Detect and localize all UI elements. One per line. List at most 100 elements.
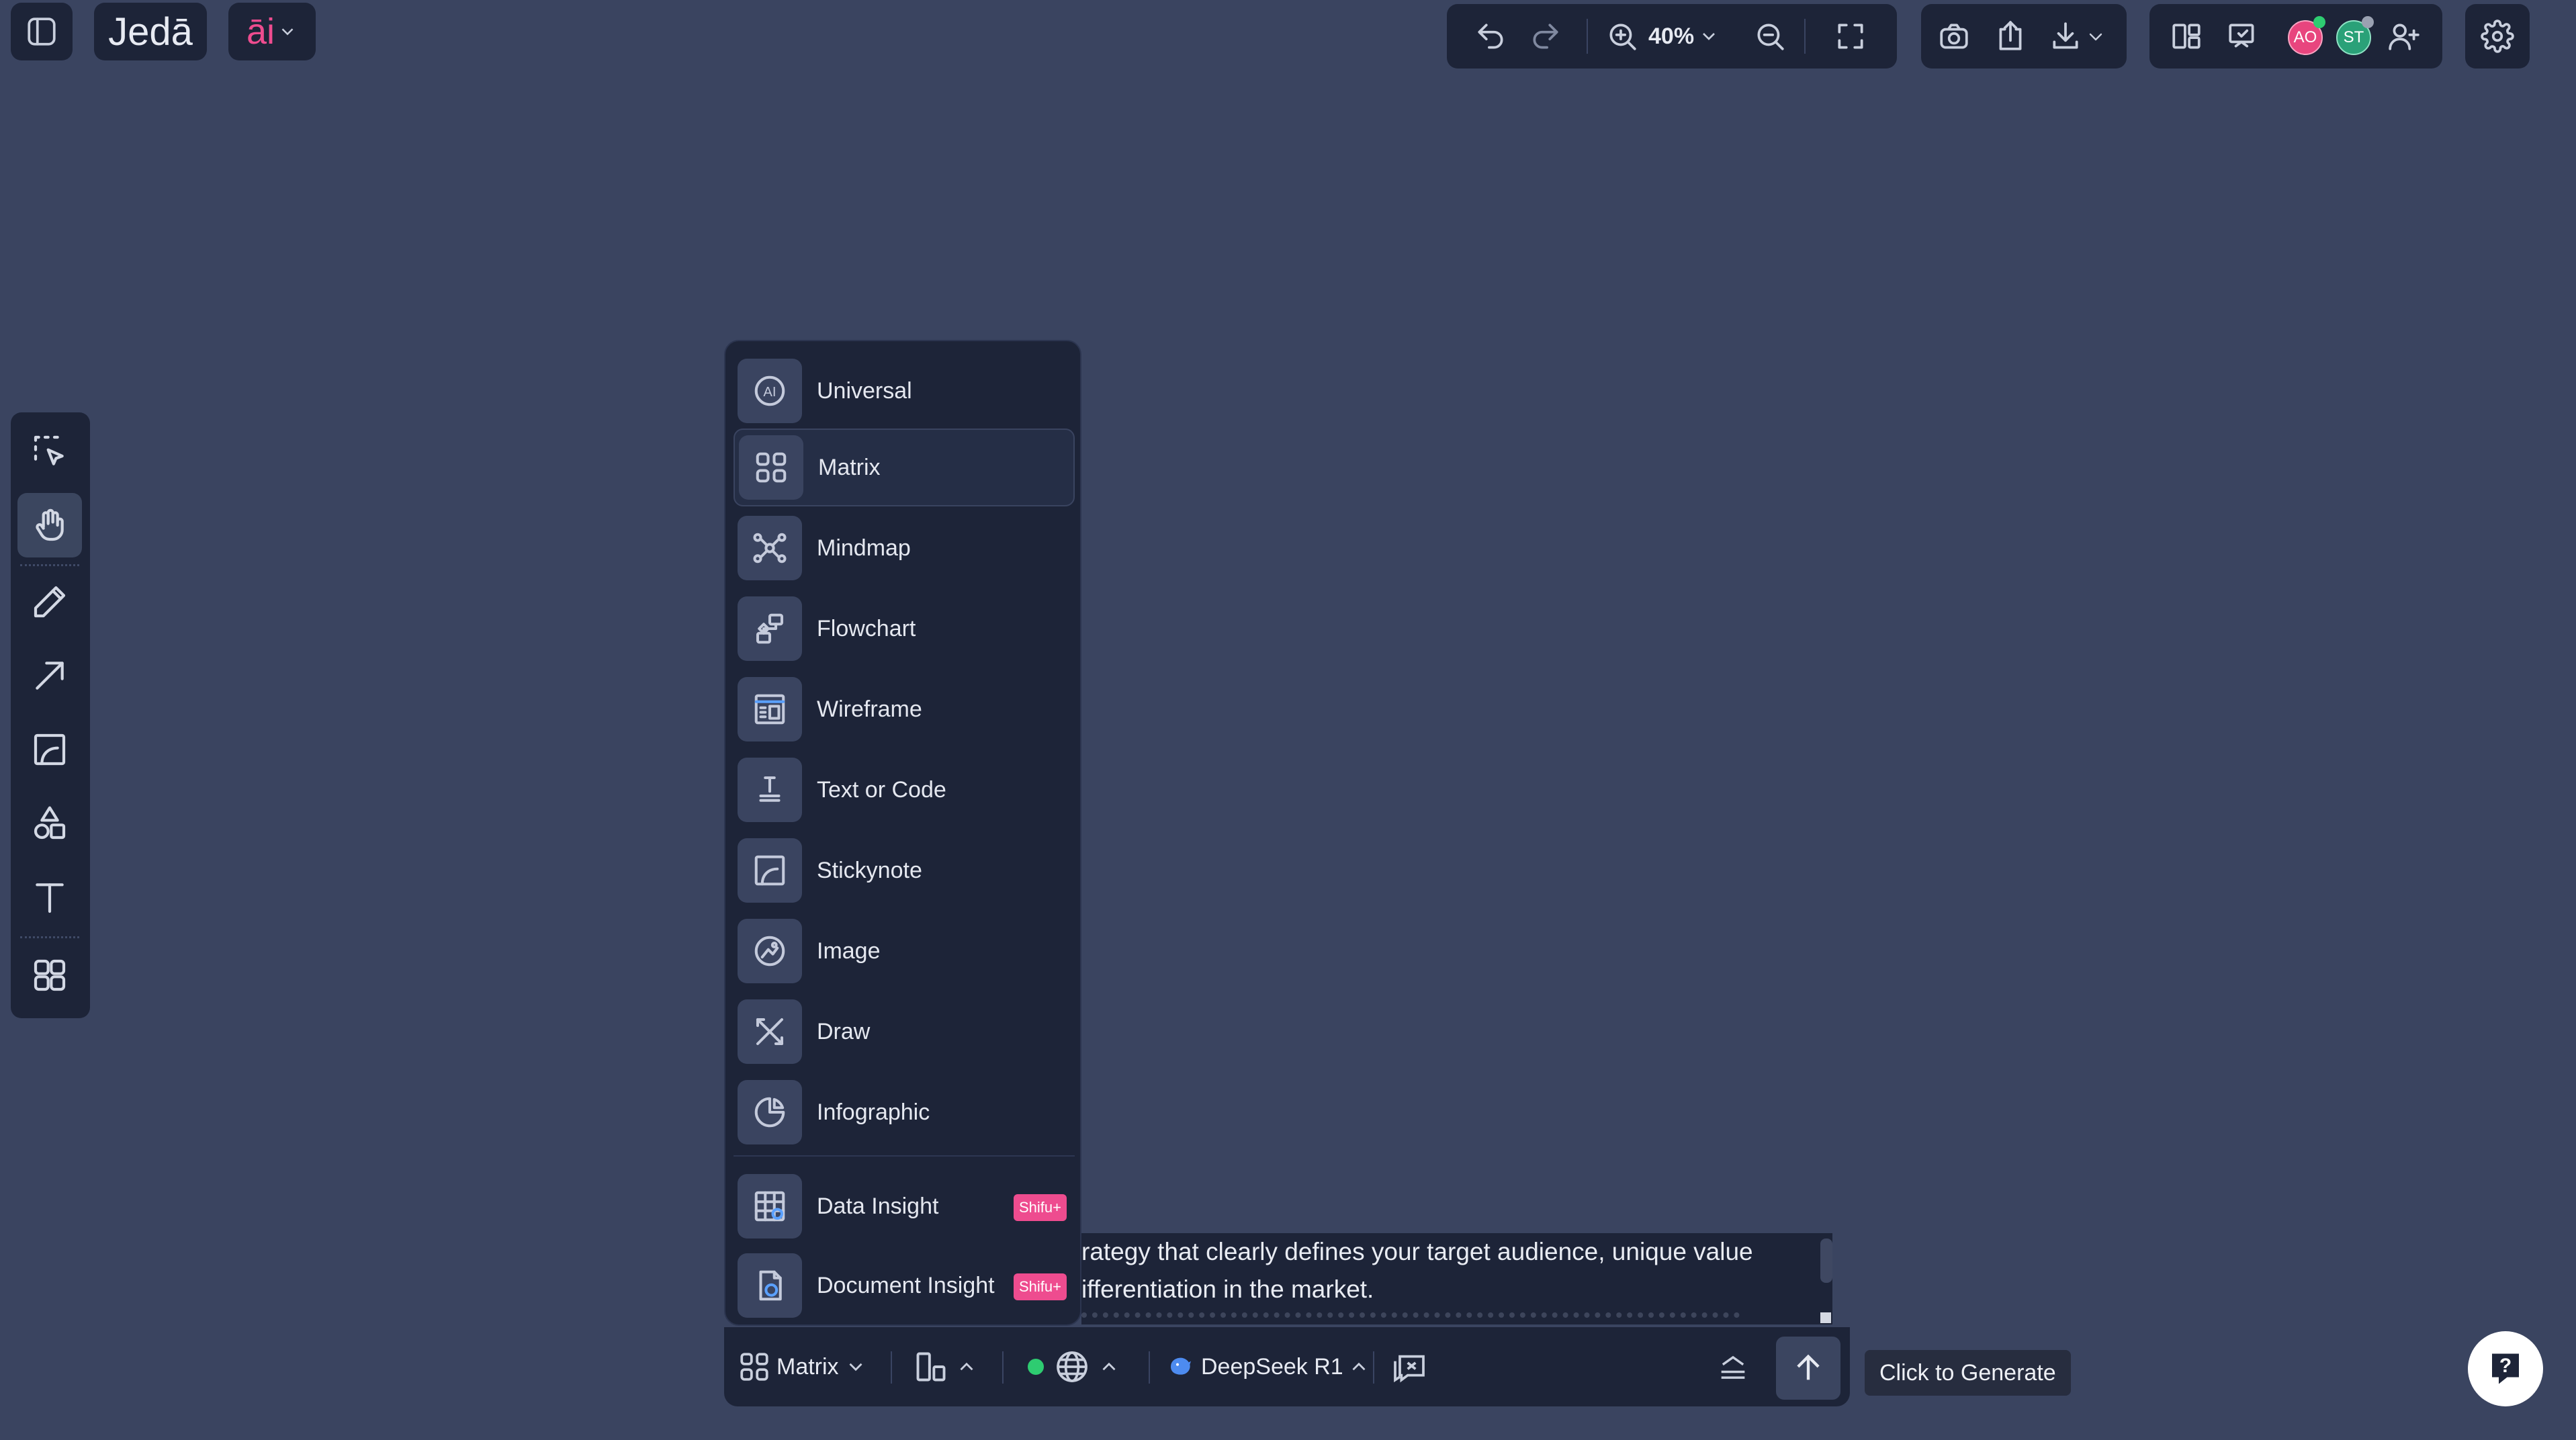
chat-clear-icon [1394,1355,1425,1383]
ai-circle-icon: AI [738,359,802,423]
generate-button[interactable] [1776,1337,1840,1400]
avatar-initials: AO [2293,28,2317,46]
chevron-down-icon [281,28,294,36]
left-toolbar [11,412,90,1018]
text-icon [36,883,64,913]
draw-icon [738,999,802,1064]
menu-item-label: Wireframe [817,696,922,722]
arrow-up-icon [1797,1354,1820,1380]
menu-item-draw[interactable]: Draw [734,993,1075,1071]
chevron-up-icon [1102,1362,1116,1371]
mode-dropdown-menu: AI Universal Matrix Mindmap Flowchart Wi… [724,340,1081,1326]
menu-item-label: Flowchart [817,615,916,641]
menu-item-flowchart[interactable]: Flowchart [734,590,1075,668]
chevron-down-icon[interactable] [2085,26,2106,48]
fullscreen-icon[interactable] [1834,19,1867,53]
menu-item-image[interactable]: Image [734,912,1075,990]
select-tool[interactable] [17,419,82,484]
text-code-icon [738,758,802,822]
web-search-toggle[interactable] [1028,1346,1120,1388]
tooltip-text: Click to Generate [1879,1359,2056,1386]
svg-text:AI: AI [763,385,776,400]
menu-divider [734,1155,1075,1157]
ai-label: āi [246,11,275,52]
matrix-grid-icon [740,1353,768,1381]
history-zoom-toolbar: 40% [1447,4,1897,69]
help-question-icon: ? [2492,1353,2519,1384]
camera-icon[interactable] [1937,19,1971,53]
arrow-tool[interactable] [17,643,82,708]
presentation-icon[interactable] [2226,19,2260,53]
select-cursor-icon [34,435,64,465]
stickynote-tool[interactable] [17,717,82,782]
menu-item-wireframe[interactable]: Wireframe [734,670,1075,748]
clear-chat-button[interactable] [1389,1349,1429,1386]
flowchart-icon [738,596,802,661]
hand-tool[interactable] [17,493,82,557]
menu-item-label: Stickynote [817,857,922,883]
zoom-in-icon[interactable] [1605,19,1639,53]
shapes-icon [34,806,66,840]
collapse-button[interactable] [1713,1349,1753,1386]
pen-tool[interactable] [17,570,82,634]
menu-item-label: Mindmap [817,535,911,561]
arrow-icon [36,662,64,690]
layout-panels-icon [916,1352,946,1382]
svg-text:?: ? [2499,1355,2512,1377]
menu-item-text-or-code[interactable]: Text or Code [734,751,1075,829]
offline-status-dot [2362,16,2374,28]
sidebar-toggle-button[interactable] [11,3,73,60]
menu-item-mindmap[interactable]: Mindmap [734,509,1075,587]
zoom-level-dropdown[interactable]: 40% [1648,19,1720,54]
zoom-out-icon[interactable] [1753,19,1787,53]
menu-item-infographic[interactable]: Infographic [734,1073,1075,1151]
scrollbar[interactable] [1820,1239,1832,1283]
resize-handle-icon[interactable] [1820,1312,1831,1323]
gear-icon [2481,19,2514,53]
menu-item-stickynote[interactable]: Stickynote [734,831,1075,909]
redo-icon[interactable] [1529,19,1562,53]
menu-item-label: Data Insight [817,1193,939,1219]
templates-tool[interactable] [17,943,82,1007]
menu-item-document-insight[interactable]: Document Insight Shifu+ [734,1247,1075,1324]
zoom-level: 40% [1648,23,1695,49]
ai-menu-button[interactable]: āi [228,3,316,60]
matrix-grid-icon [739,435,803,500]
shifu-plus-badge: Shifu+ [1014,1194,1067,1221]
avatar-initials: ST [2343,28,2364,46]
shifu-plus-badge: Shifu+ [1014,1273,1067,1300]
chevron-up-icon [960,1362,973,1371]
help-button[interactable]: ? [2468,1331,2543,1406]
menu-item-universal[interactable]: AI Universal [734,352,1075,430]
model-label: DeepSeek R1 [1201,1353,1343,1380]
pencil-icon [34,586,66,618]
undo-icon[interactable] [1474,19,1507,53]
prompt-textarea[interactable]: rategy that clearly defines your target … [1081,1233,1832,1324]
status-dot [1028,1359,1044,1375]
chevron-down-icon [849,1363,862,1371]
menu-item-matrix[interactable]: Matrix [734,429,1075,506]
stickynote-icon [738,838,802,903]
logo[interactable]: Jedā [94,3,207,60]
menu-item-data-insight[interactable]: Data Insight Shifu+ [734,1167,1075,1245]
menu-item-label: Draw [817,1018,871,1044]
share-upload-icon[interactable] [1994,19,2027,53]
generate-tooltip: Click to Generate [1865,1350,2071,1396]
globe-icon [1057,1351,1087,1382]
layout-selector[interactable] [914,1346,978,1388]
menu-item-label: Matrix [818,454,881,480]
prompt-line: ifferentiation in the market. [1081,1275,1374,1303]
infographic-icon [738,1080,802,1144]
data-insight-icon [738,1174,802,1239]
add-user-icon[interactable] [2387,19,2421,53]
prompt-line: rategy that clearly defines your target … [1081,1238,1753,1265]
download-icon[interactable] [2049,19,2082,53]
menu-item-label: Text or Code [817,776,946,803]
deepseek-whale-icon [1171,1357,1191,1375]
mode-selector[interactable]: Matrix [738,1346,867,1388]
model-selector[interactable]: DeepSeek R1 [1167,1346,1370,1388]
layout-panels-icon[interactable] [2170,19,2203,53]
settings-button[interactable] [2465,4,2530,69]
text-tool[interactable] [17,865,82,930]
shapes-tool[interactable] [17,791,82,856]
